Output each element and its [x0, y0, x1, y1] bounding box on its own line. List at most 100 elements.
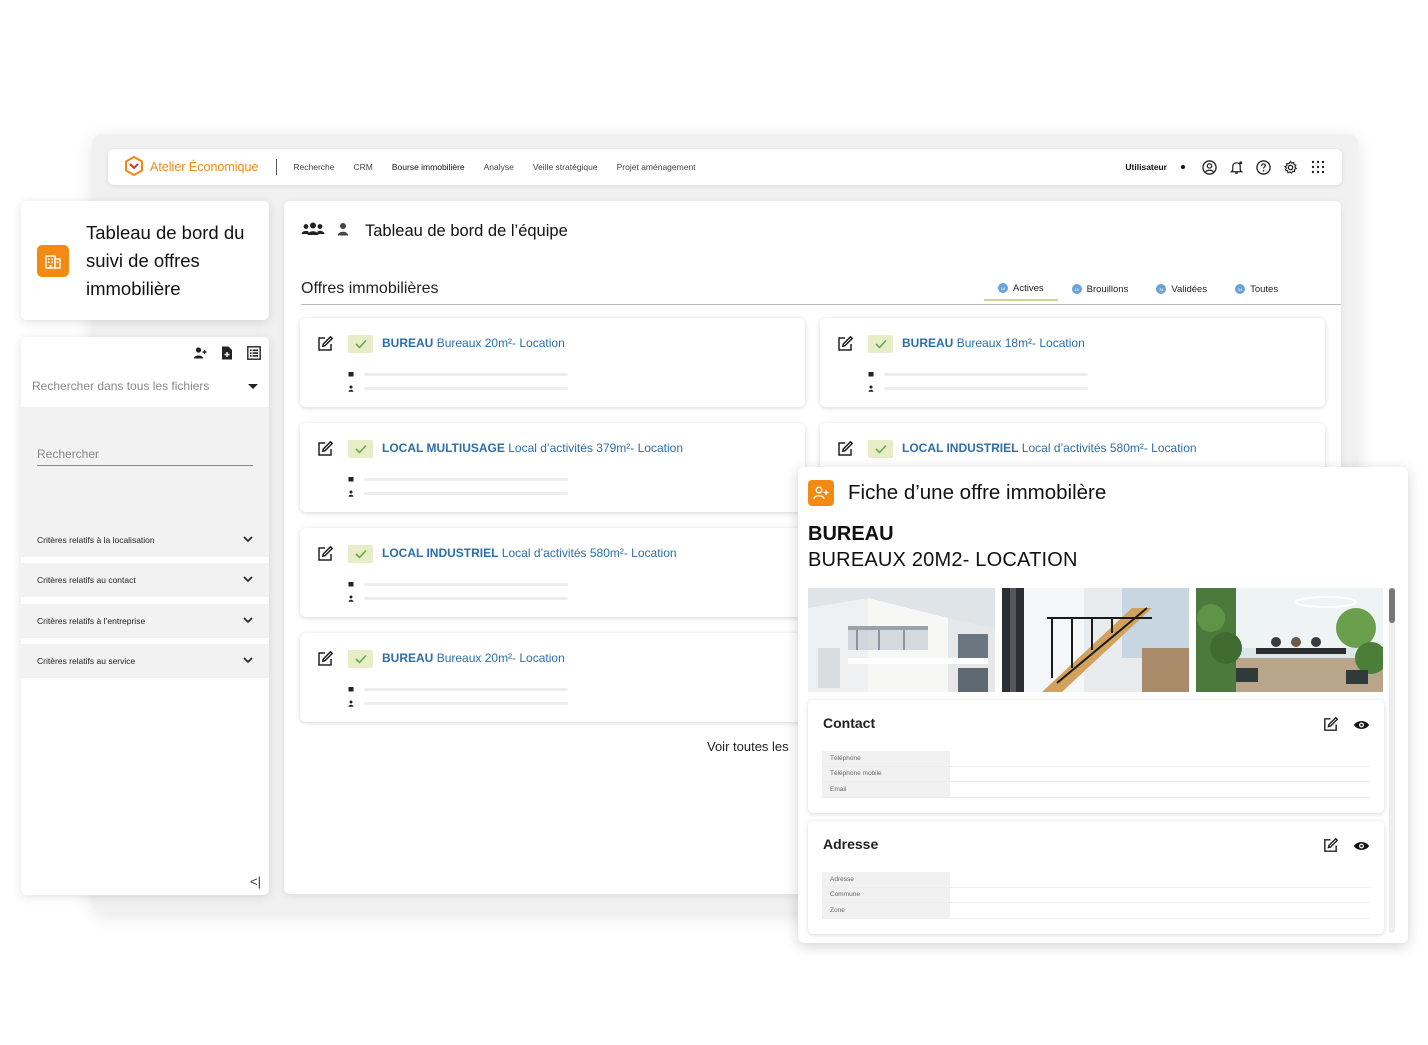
- contact-actions: [1322, 716, 1370, 738]
- apps-grid-icon[interactable]: [1309, 159, 1326, 176]
- user-menu[interactable]: Utilisateur: [1125, 162, 1167, 172]
- offer-title[interactable]: LOCAL INDUSTRIEL Local d’activités 580m²…: [382, 546, 677, 560]
- field-value[interactable]: [950, 767, 1370, 782]
- field-row: Email: [822, 782, 1370, 798]
- placeholder-bar: [364, 597, 568, 600]
- chevron-down-icon: [243, 656, 253, 666]
- offer-title[interactable]: LOCAL MULTIUSAGE Local d’activités 379m²…: [382, 441, 683, 455]
- team-icon[interactable]: [301, 221, 325, 242]
- nav-crm[interactable]: CRM: [354, 162, 373, 172]
- tab-brouillons[interactable]: 15 Brouillons: [1058, 277, 1143, 301]
- edit-icon[interactable]: [1322, 837, 1339, 859]
- user-circle-icon[interactable]: [1201, 159, 1218, 176]
- file-search-select-label: Rechercher dans tous les fichiers: [32, 379, 210, 393]
- criteria-contact[interactable]: Critères relatifs au contact: [21, 563, 269, 597]
- person-icon[interactable]: [337, 222, 349, 241]
- calendar-icon: [348, 477, 354, 482]
- offer-type: LOCAL MULTIUSAGE: [382, 441, 505, 455]
- check-icon[interactable]: [348, 545, 373, 563]
- edit-icon[interactable]: [316, 335, 334, 358]
- offer-detail-row: [348, 476, 568, 482]
- field-value[interactable]: [950, 872, 1370, 887]
- settings-icon[interactable]: [1282, 159, 1299, 176]
- offer-desc: Local d’activités 580m²- Location: [1021, 441, 1197, 455]
- placeholder-bar: [364, 582, 568, 586]
- see-all-link[interactable]: Voir toutes les: [707, 739, 789, 754]
- tab-actives[interactable]: 18 Actives: [984, 277, 1058, 301]
- eye-icon[interactable]: [1353, 718, 1370, 736]
- edit-icon[interactable]: [316, 545, 334, 568]
- file-search-select[interactable]: Rechercher dans tous les fichiers: [32, 379, 258, 393]
- nav-right: Utilisateur: [1125, 159, 1326, 176]
- edit-icon[interactable]: [836, 335, 854, 358]
- search-input[interactable]: Rechercher: [37, 447, 253, 466]
- field-label: Zone: [822, 903, 950, 918]
- caret-down-icon: [248, 384, 258, 389]
- collapse-sidebar-button[interactable]: <|: [250, 874, 261, 889]
- bell-icon[interactable]: [1228, 159, 1245, 176]
- offer-type: BUREAU: [902, 336, 954, 350]
- check-icon[interactable]: [868, 440, 893, 458]
- offer-card[interactable]: BUREAU Bureaux 18m²- Location: [820, 318, 1325, 407]
- list-view-icon[interactable]: [247, 346, 261, 365]
- offer-title[interactable]: BUREAU Bureaux 20m²- Location: [382, 651, 565, 665]
- tab-count: 34: [1235, 284, 1246, 294]
- criteria-label: Critères relatifs au contact: [37, 575, 136, 585]
- person-icon: [348, 385, 354, 392]
- field-value[interactable]: [950, 751, 1370, 766]
- contact-title: Contact: [823, 715, 876, 731]
- detail-scrollbar-thumb[interactable]: [1389, 588, 1395, 623]
- check-icon[interactable]: [348, 650, 373, 668]
- placeholder-bar: [364, 477, 568, 481]
- offer-title[interactable]: LOCAL INDUSTRIEL Local d’activités 580m²…: [902, 441, 1197, 455]
- brand[interactable]: Atelier Économique: [124, 155, 258, 179]
- person-icon: [348, 595, 354, 602]
- offer-card[interactable]: BUREAU Bureaux 20m²- Location: [300, 633, 805, 722]
- detail-scrollbar-track[interactable]: [1389, 588, 1395, 933]
- field-value[interactable]: [950, 888, 1370, 903]
- nav-recherche[interactable]: Recherche: [293, 162, 334, 172]
- address-title: Adresse: [823, 836, 879, 852]
- edit-icon[interactable]: [316, 650, 334, 673]
- nav-projet-amenagement[interactable]: Projet aménagement: [617, 162, 696, 172]
- add-file-icon[interactable]: [221, 346, 233, 365]
- offer-type: BUREAU: [382, 336, 434, 350]
- offer-desc: Bureaux 18m²- Location: [956, 336, 1085, 350]
- nav-veille-strategique[interactable]: Veille stratégique: [533, 162, 598, 172]
- nav-bourse-immobiliere[interactable]: Bourse immobilière: [392, 162, 465, 172]
- criteria-service[interactable]: Critères relatifs au service: [21, 644, 269, 678]
- offer-title[interactable]: BUREAU Bureaux 20m²- Location: [382, 336, 565, 350]
- offer-type: LOCAL INDUSTRIEL: [902, 441, 1019, 455]
- offer-desc: Bureaux 20m²- Location: [436, 651, 565, 665]
- field-value[interactable]: [950, 782, 1370, 797]
- check-icon[interactable]: [868, 335, 893, 353]
- offer-card[interactable]: BUREAU Bureaux 20m²- Location: [300, 318, 805, 407]
- offer-photo[interactable]: [1196, 588, 1383, 692]
- edit-icon[interactable]: [1322, 716, 1339, 738]
- offer-photo[interactable]: [1002, 588, 1189, 692]
- check-icon[interactable]: [348, 440, 373, 458]
- offer-card[interactable]: LOCAL INDUSTRIEL Local d’activités 580m²…: [300, 528, 805, 617]
- tab-validees[interactable]: 31 Validées: [1142, 277, 1221, 301]
- help-icon[interactable]: [1255, 159, 1272, 176]
- nav-analyse[interactable]: Analyse: [484, 162, 514, 172]
- criteria-entreprise[interactable]: Critères relatifs à l’entreprise: [21, 604, 269, 638]
- search-area: [21, 407, 269, 525]
- field-value[interactable]: [950, 903, 1370, 918]
- chevron-down-icon: [243, 575, 253, 585]
- address-fields: Adresse Commune Zone: [822, 872, 1370, 919]
- edit-icon[interactable]: [316, 440, 334, 463]
- placeholder-bar: [364, 687, 568, 691]
- offer-photo[interactable]: [808, 588, 995, 692]
- tab-toutes[interactable]: 34 Toutes: [1221, 277, 1292, 301]
- offer-title[interactable]: BUREAU Bureaux 18m²- Location: [902, 336, 1085, 350]
- check-icon[interactable]: [348, 335, 373, 353]
- offer-card[interactable]: LOCAL MULTIUSAGE Local d’activités 379m²…: [300, 423, 805, 512]
- offer-detail-row: [348, 371, 568, 377]
- filter-sidebar: Rechercher dans tous les fichiers Recher…: [21, 337, 269, 895]
- edit-icon[interactable]: [836, 440, 854, 463]
- criteria-localisation[interactable]: Critères relatifs à la localisation: [21, 523, 269, 557]
- eye-icon[interactable]: [1353, 839, 1370, 857]
- field-label: Téléphone: [822, 751, 950, 766]
- add-user-icon[interactable]: [193, 346, 207, 365]
